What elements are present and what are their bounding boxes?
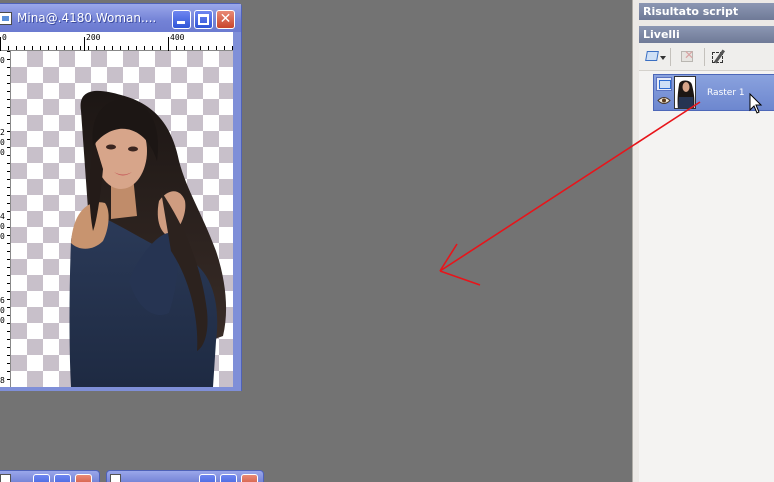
new-layer-button[interactable] bbox=[643, 47, 666, 67]
vertical-ruler: 0 2 0 0 4 0 0 6 0 0 8 bbox=[0, 51, 11, 387]
layer-name: Raster 1 bbox=[707, 88, 745, 98]
ruler-major-tick bbox=[84, 37, 85, 51]
arrow-head-lower bbox=[439, 270, 481, 286]
ruler-label: 0 bbox=[0, 306, 5, 315]
maximize-button[interactable] bbox=[54, 474, 71, 482]
delete-x-icon: ✕ bbox=[684, 48, 695, 62]
ruler-label: 0 bbox=[0, 222, 5, 231]
minimize-button[interactable] bbox=[172, 10, 191, 29]
toolbar-separator bbox=[704, 48, 705, 66]
minimized-window-1[interactable] bbox=[0, 470, 100, 482]
new-layer-icon bbox=[645, 51, 659, 61]
close-button[interactable] bbox=[75, 474, 92, 482]
ruler-label: 0 bbox=[0, 316, 5, 325]
dropdown-arrow-icon bbox=[660, 56, 666, 60]
document-icon bbox=[0, 12, 12, 25]
minimized-window-2[interactable] bbox=[106, 470, 264, 482]
image-window[interactable]: Mina@.4180.Woman.... ✕ 0 200 400 0 2 0 0… bbox=[0, 3, 242, 391]
woman-portrait-image bbox=[69, 90, 227, 387]
mouse-cursor-icon bbox=[749, 93, 763, 114]
ruler-label: 400 bbox=[170, 33, 185, 42]
delete-layer-button[interactable]: ✕ bbox=[677, 47, 699, 67]
maximize-button[interactable] bbox=[194, 10, 213, 29]
ruler-label: 4 bbox=[0, 212, 5, 221]
eye-icon[interactable] bbox=[657, 96, 671, 105]
layers-toolbar: ✕ bbox=[639, 43, 774, 71]
document-icon bbox=[110, 474, 121, 482]
ruler-major-tick bbox=[168, 37, 169, 51]
docked-panels: Risultato script Livelli ✕ Raster 1 bbox=[632, 0, 774, 482]
ruler-label: 8 bbox=[0, 376, 5, 385]
maximize-icon bbox=[198, 14, 209, 25]
image-window-title: Mina@.4180.Woman.... bbox=[17, 11, 157, 25]
script-output-panel-header[interactable]: Risultato script bbox=[639, 3, 774, 20]
layers-panel-header[interactable]: Livelli bbox=[639, 26, 774, 43]
layer-properties-button[interactable] bbox=[709, 47, 731, 67]
ruler-label: 0 bbox=[0, 56, 5, 65]
image-window-titlebar[interactable]: Mina@.4180.Woman.... ✕ bbox=[0, 4, 241, 32]
ruler-label: 200 bbox=[86, 33, 101, 42]
restore-button[interactable] bbox=[33, 474, 50, 482]
ruler-major-tick bbox=[0, 37, 1, 51]
ruler-label: 0 bbox=[0, 148, 5, 157]
arrow-head-upper bbox=[439, 243, 458, 272]
horizontal-ruler: 0 200 400 bbox=[0, 32, 233, 51]
ruler-label: 0 bbox=[0, 232, 5, 241]
image-canvas[interactable] bbox=[11, 51, 233, 387]
ruler-label: 2 bbox=[0, 128, 5, 137]
ruler-label: 0 bbox=[2, 33, 7, 42]
restore-button[interactable] bbox=[199, 474, 216, 482]
maximize-button[interactable] bbox=[220, 474, 237, 482]
minimize-icon bbox=[177, 21, 185, 24]
close-icon: ✕ bbox=[219, 11, 232, 27]
ruler-label: 0 bbox=[0, 138, 5, 147]
close-button[interactable]: ✕ bbox=[216, 10, 235, 29]
layer-group-toggle-icon[interactable] bbox=[656, 77, 672, 91]
image-window-border bbox=[0, 387, 241, 391]
close-button[interactable] bbox=[241, 474, 258, 482]
document-icon bbox=[0, 474, 11, 482]
toolbar-separator bbox=[670, 48, 671, 66]
layer-thumbnail bbox=[674, 76, 696, 109]
ruler-label: 6 bbox=[0, 296, 5, 305]
